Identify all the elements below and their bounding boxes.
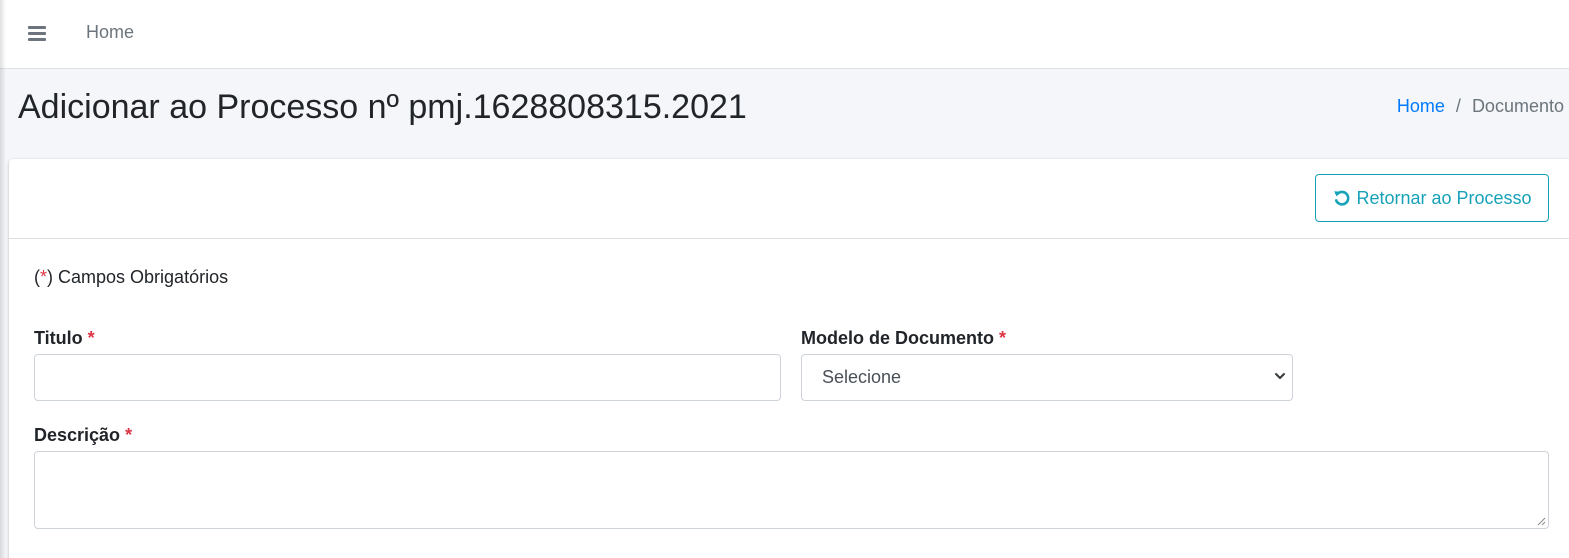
breadcrumb-current: Documento xyxy=(1471,96,1564,116)
descricao-label: Descrição * xyxy=(34,425,132,446)
top-navbar: Home xyxy=(0,0,1569,69)
required-note-asterisk: * xyxy=(40,267,48,287)
sidebar-edge-shadow xyxy=(0,0,6,558)
descricao-label-text: Descrição xyxy=(34,425,121,445)
return-to-process-button[interactable]: Retornar ao Processo xyxy=(1315,174,1549,222)
modelo-documento-select[interactable]: Selecione xyxy=(801,354,1293,401)
titulo-input[interactable] xyxy=(34,354,781,401)
modelo-label-text: Modelo de Documento xyxy=(801,328,994,348)
page-title: Adicionar ao Processo nº pmj.1628808315.… xyxy=(18,88,747,126)
titulo-label: Titulo * xyxy=(34,328,95,349)
nav-home-link[interactable]: Home xyxy=(86,22,134,43)
required-note-text: ) Campos Obrigatórios xyxy=(47,267,229,287)
resize-grip-icon[interactable] xyxy=(1536,516,1546,526)
modelo-selected-value: Selecione xyxy=(822,367,902,387)
undo-icon xyxy=(1332,188,1352,208)
breadcrumb-separator: / xyxy=(1455,96,1461,116)
card-header: Retornar ao Processo xyxy=(9,159,1569,239)
form-card: Retornar ao Processo (*) Campos Obrigató… xyxy=(9,159,1569,558)
return-button-label: Retornar ao Processo xyxy=(1356,187,1532,208)
descricao-required-asterisk: * xyxy=(125,425,133,445)
required-fields-note: (*) Campos Obrigatórios xyxy=(34,267,228,288)
breadcrumb-home-link[interactable]: Home xyxy=(1397,96,1445,117)
menu-toggle-button[interactable] xyxy=(22,20,52,46)
chevron-down-icon xyxy=(1275,373,1285,379)
titulo-label-text: Titulo xyxy=(34,328,83,348)
breadcrumb: Home / Documento xyxy=(1397,96,1564,117)
bars-icon xyxy=(28,26,46,41)
titulo-required-asterisk: * xyxy=(87,328,95,348)
modelo-label: Modelo de Documento * xyxy=(801,328,1006,349)
modelo-required-asterisk: * xyxy=(999,328,1007,348)
descricao-textarea[interactable] xyxy=(34,451,1549,529)
